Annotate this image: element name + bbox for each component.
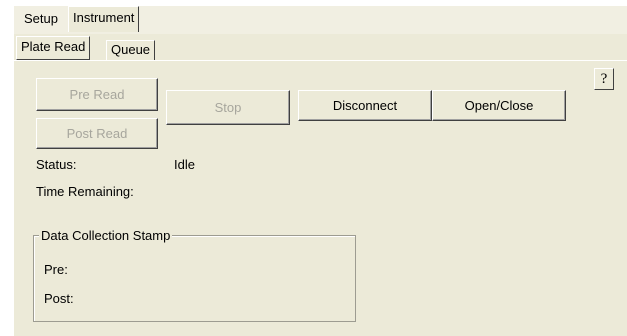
group-title: Data Collection Stamp <box>39 228 173 243</box>
disconnect-button[interactable]: Disconnect <box>298 90 432 121</box>
status-value: Idle <box>174 157 195 172</box>
tab-plate-read[interactable]: Plate Read <box>16 36 91 60</box>
help-button[interactable]: ? <box>594 68 614 90</box>
open-close-button[interactable]: Open/Close <box>432 90 566 121</box>
tab-instrument[interactable]: Instrument <box>68 6 140 32</box>
tab-queue[interactable]: Queue <box>106 40 156 60</box>
pre-read-button[interactable]: Pre Read <box>36 78 158 111</box>
post-stamp-label: Post: <box>44 291 74 306</box>
time-remaining-label: Time Remaining: <box>36 184 134 199</box>
status-label: Status: <box>36 157 77 172</box>
post-read-button[interactable]: Post Read <box>36 118 158 149</box>
tab-setup[interactable]: Setup <box>20 10 62 30</box>
data-collection-stamp-group <box>33 235 356 322</box>
tab-divider <box>14 60 627 61</box>
stop-button[interactable]: Stop <box>166 90 290 125</box>
pre-stamp-label: Pre: <box>44 262 68 277</box>
